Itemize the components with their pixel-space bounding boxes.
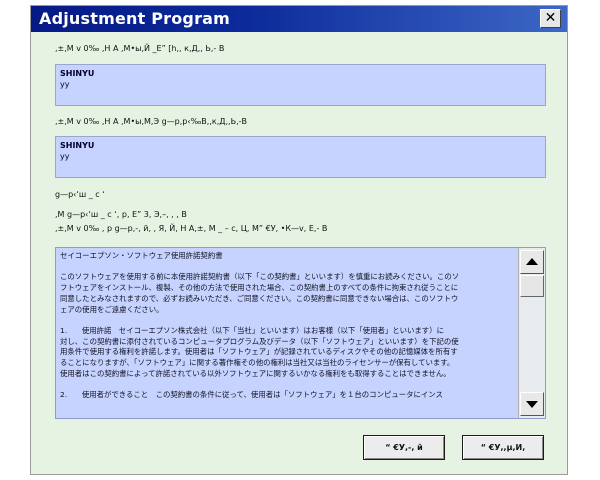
field-label-5: ,±,M v 0‰ , p g—p,-, й, , Я, Й, Н А,±, М…	[55, 224, 328, 233]
license-line: ェアの使用をご遠慮ください。	[60, 304, 164, 314]
info-box-2-value: уу	[60, 152, 70, 161]
info-box-2-name: SHINYU	[60, 141, 95, 150]
license-line: 用条件で使用する権利を許諾します。使用者は「ソフトウェア」が記録されているディス…	[60, 347, 458, 357]
info-box-1: SHINYU уу	[55, 64, 546, 106]
license-line: このソフトウェアを使用する前に本使用許諾契約書（以下「この契約書」といいます）を…	[60, 272, 460, 282]
field-label-3: g—p‹‘ш _ c ʻ	[55, 190, 105, 199]
license-line: 使用者はこの契約書によって許諾されている以外ソフトウェアに関するいかなる権利をも…	[60, 368, 451, 378]
close-icon: ✕	[544, 10, 557, 26]
info-box-1-value: уу	[60, 80, 70, 89]
scroll-up-button[interactable]	[520, 250, 544, 274]
license-line: 2. 使用者ができること この契約書の条件に従って、使用者は「ソフトウェア」を１…	[60, 390, 443, 400]
info-box-2: SHINYU уу	[55, 136, 546, 178]
license-line: 対し、この契約書に添付されているコンピュータプログラム及びデータ（以下「ソフトウ…	[60, 336, 459, 346]
title-bar[interactable]: Adjustment Program ✕	[31, 6, 567, 32]
disagree-button[interactable]: “ €У,,µ,И,	[462, 435, 544, 460]
license-line: 1. 使用許諾 セイコーエプソン株式会社（以下「当社」といいます）はお客様（以下…	[60, 325, 444, 335]
license-heading: セイコーエプソン・ソフトウェア使用許諾契約書	[60, 251, 223, 260]
agree-button[interactable]: “ €У,-, й	[363, 435, 445, 460]
field-label-4: ,M g—p‹‘ш _ c ʻ, p, E” 3, Э,–, , , В	[55, 210, 187, 219]
arrow-down-icon	[526, 401, 538, 408]
info-box-1-name: SHINYU	[60, 69, 95, 78]
license-paragraph-1: 1. 使用許諾 セイコーエプソン株式会社（以下「当社」といいます）はお客様（以下…	[60, 326, 516, 380]
license-line: 同意したとみなされますので、必ずお読みいただき、ご同意ください。この契約書に同意…	[60, 293, 459, 303]
field-label-1: ,±,M v 0‰ ,H A ,M•ы,Й _E” [h,, к,Д,, Ь,-…	[55, 44, 225, 53]
window-title: Adjustment Program	[39, 9, 231, 28]
adjustment-program-dialog: Adjustment Program ✕ ,±,M v 0‰ ,H A ,M•ы…	[30, 5, 568, 475]
license-text: セイコーエプソン・ソフトウェア使用許諾契約書 このソフトウェアを使用する前に本使…	[60, 251, 516, 411]
scroll-thumb[interactable]	[520, 275, 544, 297]
license-line: フトウェアをインストール、複製、その他の方法で使用された場合、この契約書上のすべ…	[60, 283, 459, 293]
license-paragraph-intro: このソフトウェアを使用する前に本使用許諾契約書（以下「この契約書」といいます）を…	[60, 272, 516, 315]
close-button[interactable]: ✕	[540, 9, 561, 28]
scroll-down-button[interactable]	[520, 392, 544, 416]
license-paragraph-2: 2. 使用者ができること この契約書の条件に従って、使用者は「ソフトウェア」を１…	[60, 390, 516, 401]
arrow-up-icon	[526, 258, 538, 265]
license-line: ることになりますが、「ソフトウェア」に関する著作権その他の権利は当社又は当社のラ…	[60, 358, 455, 367]
license-agreement-box[interactable]: セイコーエプソン・ソフトウェア使用許諾契約書 このソフトウェアを使用する前に本使…	[55, 247, 546, 419]
license-scrollbar[interactable]	[518, 248, 545, 418]
field-label-2: ,±,M v 0‰ ,H A ,M•ы,M,Э g—p,р‹‰B,,к,Д,,Ь…	[55, 117, 247, 126]
